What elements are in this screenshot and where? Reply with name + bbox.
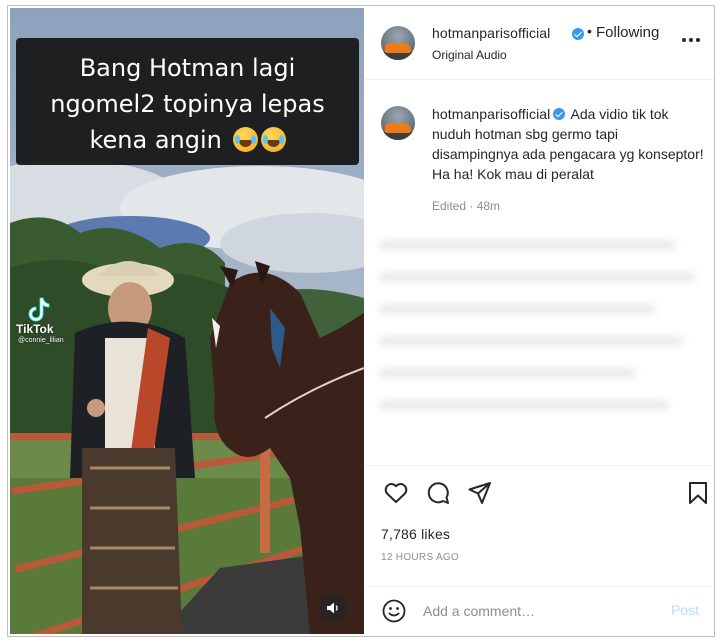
avatar[interactable] — [381, 26, 415, 60]
post-header: hotmanparisofficial • Following Original… — [365, 6, 714, 80]
placeholder-line — [379, 273, 696, 281]
caption-line-1: Bang Hotman lagi — [79, 54, 296, 82]
post-time-ago[interactable]: 12 HOURS AGO — [381, 552, 459, 563]
comment-icon[interactable] — [425, 480, 451, 506]
caption-line-3: kena angin — [26, 122, 349, 158]
placeholder-line — [379, 401, 670, 409]
likes-count[interactable]: 7,786 likes — [381, 526, 450, 542]
avatar-ground — [381, 52, 415, 60]
verified-badge-icon — [572, 28, 584, 40]
caption-line-2: ngomel2 topinya lepas — [50, 90, 325, 118]
tiktok-label: TikTok — [16, 322, 54, 336]
caption-avatar[interactable] — [381, 106, 415, 140]
bookmark-icon[interactable] — [685, 480, 711, 506]
placeholder-line — [379, 241, 676, 249]
following-button[interactable]: Following — [596, 24, 659, 41]
post-frame: Bang Hotman lagi ngomel2 topinya lepas k… — [7, 5, 715, 637]
tiktok-logo-icon — [28, 297, 50, 322]
more-options-button[interactable] — [679, 28, 703, 52]
comment-input[interactable] — [423, 599, 653, 623]
verified-badge-icon — [553, 108, 566, 120]
post-video[interactable]: Bang Hotman lagi ngomel2 topinya lepas k… — [10, 8, 364, 634]
comment-bar: Post — [365, 586, 714, 636]
header-username[interactable]: hotmanparisofficial — [432, 25, 550, 41]
caption-username[interactable]: hotmanparisofficial — [432, 106, 550, 122]
avatar-car — [385, 43, 411, 53]
more-dot — [696, 38, 700, 42]
heart-icon[interactable] — [383, 480, 409, 506]
avatar-ground — [381, 132, 415, 140]
post-details-pane: hotmanparisofficial • Following Original… — [365, 6, 714, 636]
more-dot — [682, 38, 686, 42]
placeholder-line — [379, 369, 637, 377]
rofl-emoji-icon — [260, 127, 286, 152]
share-icon[interactable] — [467, 480, 493, 506]
avatar-car — [385, 123, 411, 133]
volume-icon — [327, 602, 338, 614]
rofl-emoji-icon — [232, 127, 258, 152]
tiktok-username: @connie_lilian — [18, 337, 64, 344]
separator-dot: • — [587, 23, 592, 39]
comments-area[interactable]: hotmanparisofficial Ada vidio tik tok nu… — [365, 81, 714, 465]
original-audio-link[interactable]: Original Audio — [432, 48, 507, 62]
placeholder-line — [379, 305, 657, 313]
caption-line-3-text: kena angin — [89, 126, 222, 154]
mute-toggle-button[interactable] — [319, 594, 347, 622]
actions-area: 7,786 likes 12 HOURS AGO — [365, 465, 714, 575]
placeholder-line — [379, 337, 683, 345]
emoji-picker-icon[interactable] — [381, 598, 407, 624]
post-comment-button[interactable]: Post — [671, 602, 699, 618]
edited-timestamp: Edited · 48m — [432, 199, 501, 213]
post-caption: hotmanparisofficial Ada vidio tik tok nu… — [432, 104, 708, 184]
more-dot — [689, 38, 693, 42]
tiktok-watermark: TikTok @connie_lilian — [16, 296, 64, 346]
loading-comments-placeholder — [379, 241, 709, 461]
video-caption-box: Bang Hotman lagi ngomel2 topinya lepas k… — [16, 38, 359, 165]
